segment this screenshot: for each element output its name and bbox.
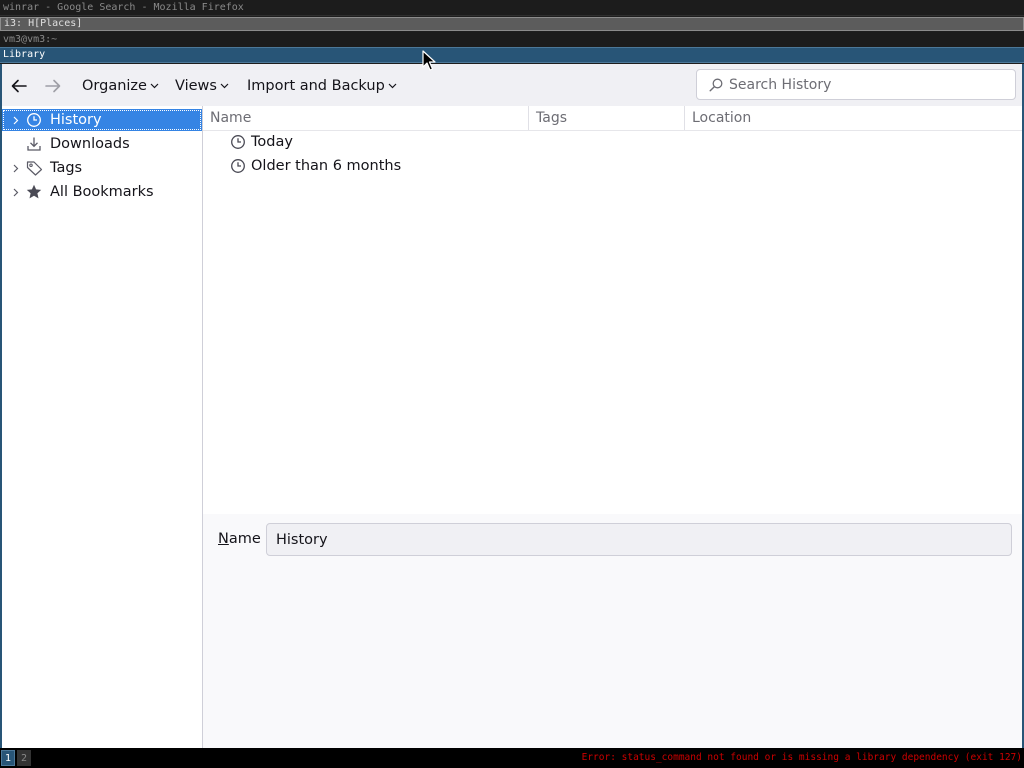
column-header-tags[interactable]: Tags [529, 106, 685, 130]
firefox-window-title-bar[interactable]: winrar - Google Search - Mozilla Firefox [0, 0, 1024, 16]
expand-twisty[interactable] [10, 116, 22, 125]
row-name: Today [251, 134, 293, 150]
tree-item-label: History [50, 112, 102, 128]
details-name-label-rest: ame [228, 531, 261, 547]
expand-twisty[interactable] [10, 188, 22, 197]
import-backup-menu-label: Import and Backup [247, 78, 385, 94]
chevron-right-icon [13, 188, 19, 196]
tree-item-all-bookmarks[interactable]: All Bookmarks [2, 181, 202, 203]
workspace-button-1[interactable]: 1 [1, 750, 15, 766]
arrow-right-icon [45, 79, 61, 93]
tree-item-tags[interactable]: Tags [2, 157, 202, 179]
views-menu-label: Views [175, 78, 217, 94]
chevron-down-icon [150, 83, 159, 89]
row-name: Older than 6 months [251, 158, 402, 174]
i3-container-title-bar[interactable]: i3: H[Places] [0, 17, 1024, 31]
clock-icon [26, 112, 44, 128]
clock-icon [230, 158, 246, 174]
tree-item-label: Downloads [50, 136, 130, 152]
column-headers: Name Tags Location [203, 106, 1022, 131]
history-list: Name Tags Location Today Older than 6 mo… [203, 106, 1022, 514]
workspace-button-2[interactable]: 2 [17, 750, 31, 766]
expand-twisty[interactable] [10, 164, 22, 173]
chevron-down-icon [388, 83, 397, 89]
tree-item-label: All Bookmarks [50, 184, 154, 200]
tree-item-label: Tags [50, 160, 83, 176]
back-button[interactable] [10, 72, 32, 100]
star-icon [26, 184, 44, 200]
download-icon [26, 136, 44, 152]
clock-icon [230, 134, 246, 150]
table-row[interactable]: Today [203, 130, 1022, 154]
chevron-right-icon [13, 164, 19, 172]
i3-status-bar: 1 2 Error: status_command not found or i… [0, 748, 1024, 768]
forward-button[interactable] [44, 72, 66, 100]
tree-item-history[interactable]: History [2, 109, 202, 131]
organize-menu-button[interactable]: Organize [82, 72, 159, 100]
views-menu-button[interactable]: Views [175, 72, 229, 100]
details-pane: Name [203, 514, 1022, 748]
mouse-pointer-icon [422, 50, 436, 71]
places-tree: History Downloads Tags All Bookmarks [2, 106, 203, 748]
library-window: Organize Views Import and Backup Search … [0, 64, 1024, 748]
table-row[interactable]: Older than 6 months [203, 154, 1022, 178]
details-name-label: Name [218, 530, 261, 548]
search-history-input[interactable] [729, 76, 999, 93]
chevron-down-icon [220, 83, 229, 89]
arrow-left-icon [11, 79, 27, 93]
library-toolbar: Organize Views Import and Backup [2, 64, 1022, 106]
import-backup-menu-button[interactable]: Import and Backup [247, 72, 397, 100]
tag-icon [26, 160, 44, 176]
terminal-window-title-bar[interactable]: vm3@vm3:~ [0, 32, 1024, 48]
details-name-field[interactable] [266, 523, 1012, 556]
search-box[interactable] [696, 69, 1016, 100]
column-header-name[interactable]: Name [203, 106, 529, 130]
access-key-letter: N [218, 531, 229, 547]
tree-item-downloads[interactable]: Downloads [2, 133, 202, 155]
organize-menu-label: Organize [82, 78, 147, 94]
status-error-text: Error: status_command not found or is mi… [581, 752, 1022, 763]
column-header-location[interactable]: Location [685, 106, 1022, 130]
library-window-title-bar[interactable]: Library [0, 47, 1024, 63]
search-icon [709, 78, 723, 91]
chevron-right-icon [13, 116, 19, 124]
